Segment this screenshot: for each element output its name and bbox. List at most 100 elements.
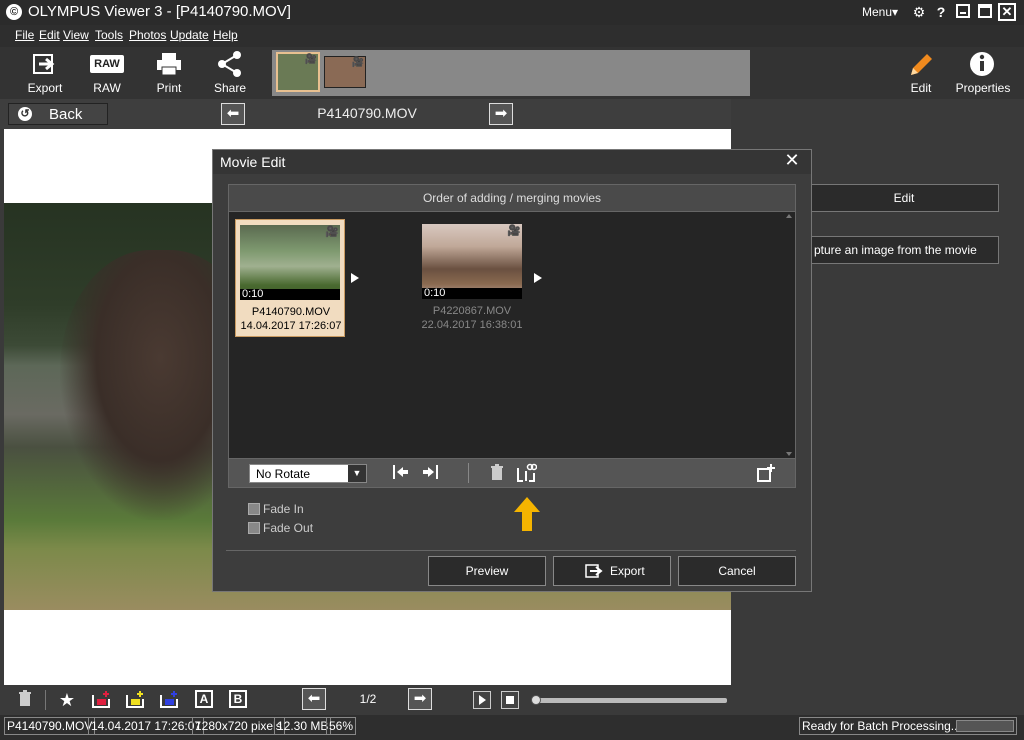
tag-blue-icon[interactable] <box>159 689 181 711</box>
help-icon[interactable]: ? <box>932 3 950 21</box>
back-button[interactable]: ↺ Back <box>8 103 108 125</box>
menu-photos[interactable]: Photos <box>129 28 166 42</box>
fade-out-label: Fade Out <box>263 521 314 535</box>
window-title: OLYMPUS Viewer 3 - [P4140790.MOV] <box>28 3 291 20</box>
export-tool-label: Export <box>27 81 63 95</box>
capture-image-button[interactable]: pture an image from the movie <box>809 236 999 264</box>
edit-panel-button[interactable]: Edit <box>809 184 999 212</box>
raw-tool-label: RAW <box>93 81 121 95</box>
dialog-divider <box>226 550 796 551</box>
dialog-title: Movie Edit <box>220 154 286 170</box>
status-batch-text: Ready for Batch Processing... <box>802 719 961 733</box>
next-page-button[interactable]: ➡ <box>408 688 432 710</box>
fade-out-checkbox[interactable] <box>248 522 260 534</box>
share-icon <box>216 51 244 77</box>
play-arrow-icon <box>534 273 542 283</box>
close-icon[interactable]: ✕ <box>998 3 1016 21</box>
merge-order-header: Order of adding / merging movies <box>228 184 796 212</box>
tag-yellow-icon[interactable] <box>125 689 147 711</box>
filmstrip-thumb-selected[interactable]: 🎥 <box>276 52 320 92</box>
tag-red-icon[interactable] <box>91 689 113 711</box>
label-b-icon[interactable]: B <box>229 690 247 708</box>
move-right-icon[interactable] <box>419 463 441 483</box>
rotate-value: No Rotate <box>256 467 311 481</box>
movie-item[interactable]: 0:10 🎥 P4140790.MOV 14.04.2017 17:26:07 <box>235 219 345 337</box>
menu-file[interactable]: File <box>15 28 34 42</box>
raw-tool-button[interactable]: RAW RAW <box>81 47 133 99</box>
menu-help[interactable]: Help <box>213 28 238 42</box>
stop-button[interactable] <box>501 691 519 709</box>
dialog-title-bar <box>213 150 811 174</box>
trash-icon[interactable] <box>14 689 36 711</box>
cancel-button[interactable]: Cancel <box>678 556 796 586</box>
minimize-icon[interactable] <box>956 4 970 18</box>
trash-icon[interactable] <box>486 463 508 483</box>
menu-bar: File Edit View Tools Photos Update Help <box>0 25 1024 47</box>
video-camera-icon: 🎥 <box>304 54 317 65</box>
yellow-up-arrow-icon <box>514 497 540 531</box>
scroll-up-icon[interactable] <box>786 214 792 218</box>
title-bar: © OLYMPUS Viewer 3 - [P4140790.MOV] Menu… <box>0 0 1024 25</box>
export-tool-button[interactable]: Export <box>19 47 71 99</box>
movie-item[interactable]: 0:10 🎥 P4220867.MOV 22.04.2017 16:38:01 <box>417 219 527 337</box>
movie-date: 14.04.2017 17:26:07 <box>240 320 342 332</box>
app-logo-icon: © <box>6 4 22 20</box>
properties-tool-button[interactable]: Properties <box>954 47 1012 99</box>
back-label: Back <box>49 106 83 123</box>
movie-thumbnail: 0:10 🎥 <box>422 224 522 299</box>
menu-view[interactable]: View <box>63 28 89 42</box>
raw-icon: RAW <box>90 55 124 73</box>
share-tool-label: Share <box>213 81 247 95</box>
page-indicator: 1/2 <box>359 692 377 706</box>
export-button[interactable]: Export <box>553 556 671 586</box>
filmstrip-thumb[interactable]: 🎥 <box>324 56 366 88</box>
status-datetime: 14.04.2017 17:26:07 <box>88 717 205 735</box>
printer-icon <box>155 51 183 77</box>
export-label: Export <box>610 564 645 578</box>
playback-slider[interactable] <box>533 698 727 703</box>
menu-update[interactable]: Update <box>170 28 209 42</box>
slider-handle[interactable] <box>531 695 541 705</box>
preview-button[interactable]: Preview <box>428 556 546 586</box>
print-tool-button[interactable]: Print <box>143 47 195 99</box>
play-button[interactable] <box>473 691 491 709</box>
fade-in-checkbox[interactable] <box>248 503 260 515</box>
rotate-select[interactable]: No Rotate ▼ <box>249 464 367 483</box>
chevron-down-icon: ▼ <box>348 465 366 482</box>
prev-page-button[interactable]: ⬅ <box>302 688 326 710</box>
status-zoom: 56% <box>326 717 357 735</box>
split-movie-icon[interactable] <box>515 463 538 483</box>
menu-edit[interactable]: Edit <box>39 28 60 42</box>
share-tool-button[interactable]: Share <box>204 47 256 99</box>
back-arrow-icon: ↺ <box>18 107 32 121</box>
movie-thumbnail: 0:10 🎥 <box>240 225 340 300</box>
next-arrow-button[interactable]: ➡ <box>489 103 513 125</box>
scroll-down-icon[interactable] <box>786 452 792 456</box>
dialog-close-icon[interactable]: ✕ <box>783 150 801 170</box>
movie-duration: 0:10 <box>242 288 264 300</box>
toolbar-divider <box>468 463 469 483</box>
current-filename: P4140790.MOV <box>317 105 417 121</box>
gear-icon[interactable]: ⚙ <box>910 3 928 21</box>
edit-tool-button[interactable]: Edit <box>895 47 947 99</box>
label-a-icon[interactable]: A <box>195 690 213 708</box>
star-icon[interactable]: ★ <box>56 689 78 711</box>
play-arrow-icon <box>351 273 359 283</box>
video-camera-icon: 🎥 <box>351 57 364 68</box>
properties-tool-label: Properties <box>955 81 1011 95</box>
maximize-icon[interactable] <box>978 4 992 18</box>
prev-arrow-button[interactable]: ⬅ <box>221 103 245 125</box>
divider <box>45 690 46 710</box>
menu-button[interactable]: Menu▾ <box>862 5 898 19</box>
play-icon <box>479 695 486 705</box>
export-icon <box>31 51 59 77</box>
list-scrollbar[interactable] <box>786 214 794 456</box>
export-icon <box>584 562 604 580</box>
batch-progress-bar <box>956 720 1014 732</box>
stop-icon <box>506 696 514 704</box>
status-filesize: 12.30 MB <box>274 717 332 735</box>
add-movie-icon[interactable] <box>755 463 777 483</box>
movie-name: P4140790.MOV <box>251 306 331 318</box>
menu-tools[interactable]: Tools <box>95 28 123 42</box>
move-left-icon[interactable] <box>390 463 412 483</box>
